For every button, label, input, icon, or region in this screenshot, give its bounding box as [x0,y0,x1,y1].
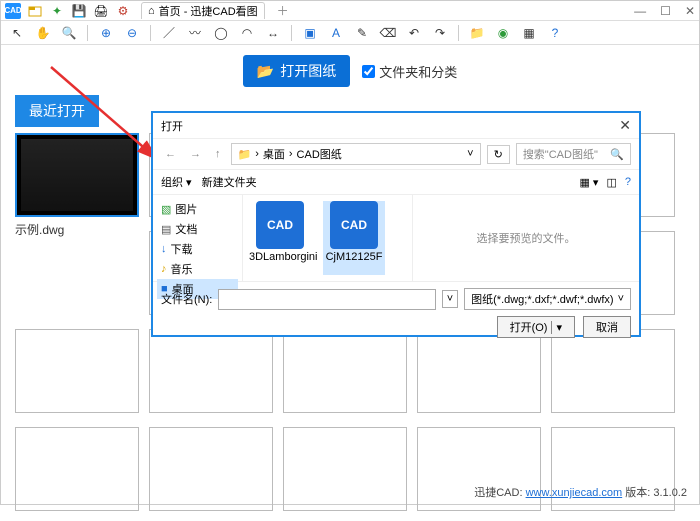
recent-thumbnail[interactable] [15,133,139,217]
file-list: CAD 3DLamborgini CAD CjM12125F [243,195,413,281]
nav-tree: ▧图片 ▤文档 ↓下载 ♪音乐 ■桌面 [153,195,243,281]
zoom-in-icon[interactable]: ⊕ [98,25,114,41]
empty-slot [15,329,139,413]
close-button[interactable]: ✕ [685,4,695,18]
maximize-button[interactable]: ☐ [660,4,671,18]
export-icon[interactable]: 📁 [469,25,485,41]
nav-up-button[interactable]: ↑ [211,148,225,160]
open-file-icon[interactable] [27,3,43,19]
empty-slot [149,427,273,511]
open-drawing-label: 打开图纸 [280,61,336,81]
line-tool-icon[interactable]: ／ [161,25,177,41]
home-icon: ⌂ [148,5,155,17]
tree-documents[interactable]: ▤文档 [157,219,238,239]
tree-music[interactable]: ♪音乐 [157,259,238,279]
filename-dropdown[interactable]: ˅ [442,290,458,308]
nav-back-button[interactable]: ← [161,148,180,160]
folder-category-checkbox[interactable]: 文件夹和分类 [362,62,457,81]
folder-category-input[interactable] [362,65,375,78]
tree-pictures[interactable]: ▧图片 [157,199,238,219]
redo-icon[interactable]: ↷ [432,25,448,41]
erase-icon[interactable]: ⌫ [380,25,396,41]
text-icon[interactable]: A [328,25,344,41]
file-type-filter[interactable]: 图纸(*.dwg;*.dxf;*.dwf;*.dwfx)˅ [464,288,631,310]
title-bar: CAD ✦ 💾 🖨 ⚙ ⌂ 首页 - 迅捷CAD看图 ＋ — ☐ ✕ [1,1,699,21]
cad-file-icon: CAD [330,201,378,249]
filename-label: 文件名(N): [161,291,212,307]
path-segment[interactable]: 桌面 [263,146,285,162]
footer-brand: 迅捷CAD: [474,487,522,499]
circle-tool-icon[interactable]: ◯ [213,25,229,41]
polyline-tool-icon[interactable]: 〰 [187,25,203,41]
open-drawing-button[interactable]: 📂 打开图纸 [243,55,350,87]
address-bar[interactable]: 📁 › 桌面 › CAD图纸 ˅ [231,143,481,165]
settings-icon[interactable]: ⚙ [115,3,131,19]
preview-pane-button[interactable]: ◫ [606,176,616,189]
palm-icon[interactable]: ✦ [49,3,65,19]
refresh-button[interactable]: ↻ [487,145,510,164]
folder-category-label: 文件夹和分类 [379,62,457,81]
filename-input[interactable] [218,289,435,310]
view-mode-button[interactable]: ▦ ▾ [579,176,598,189]
cad-file-icon: CAD [256,201,304,249]
file-label: 3DLamborgini [249,251,311,263]
pan-icon[interactable]: ✋ [35,25,51,41]
path-segment[interactable]: CAD图纸 [297,146,342,162]
toolbar: ↖ ✋ 🔍 ⊕ ⊖ ／ 〰 ◯ ◠ ↔ ▣ A ✎ ⌫ ↶ ↷ 📁 ◉ ▦ ? [1,21,699,45]
folder-icon: 📁 [238,148,252,161]
footer: 迅捷CAD: www.xunjiecad.com 版本: 3.1.0.2 [474,484,687,500]
tab-label: 首页 - 迅捷CAD看图 [159,3,258,19]
nav-forward-button[interactable]: → [186,148,205,160]
cube-icon[interactable]: ▦ [521,25,537,41]
dialog-close-button[interactable]: ✕ [619,117,631,134]
footer-link[interactable]: www.xunjiecad.com [526,487,623,499]
cursor-icon[interactable]: ↖ [9,25,25,41]
dialog-title: 打开 [161,118,183,134]
minimize-button[interactable]: — [634,4,646,18]
arc-tool-icon[interactable]: ◠ [239,25,255,41]
help-button[interactable]: ? [625,176,631,188]
tree-downloads[interactable]: ↓下载 [157,239,238,259]
footer-version: 版本: 3.1.0.2 [625,487,687,499]
empty-slot [283,427,407,511]
folder-icon: 📂 [257,63,274,80]
new-tab-button[interactable]: ＋ [277,2,289,19]
render-icon[interactable]: ◉ [495,25,511,41]
empty-slot [15,427,139,511]
search-placeholder: 搜索"CAD图纸" [523,146,598,162]
file-label: CjM12125F [323,251,385,263]
thumbnail-filename: 示例.dwg [15,221,139,235]
search-field[interactable]: 搜索"CAD图纸" 🔍 [516,143,631,165]
search-icon: 🔍 [610,148,624,161]
open-button[interactable]: 打开(O)▾ [497,316,575,338]
zoom-out-icon[interactable]: ⊖ [124,25,140,41]
preview-hint: 选择要预览的文件。 [477,230,576,246]
document-tab[interactable]: ⌂ 首页 - 迅捷CAD看图 [141,2,265,19]
file-item-selected[interactable]: CAD CjM12125F [323,201,385,275]
dimension-icon[interactable]: ↔ [265,25,281,41]
new-folder-button[interactable]: 新建文件夹 [202,174,257,190]
edit-icon[interactable]: ✎ [354,25,370,41]
help-icon[interactable]: ? [547,25,563,41]
layers-icon[interactable]: ▣ [302,25,318,41]
print-icon[interactable]: 🖨 [93,3,109,19]
save-icon[interactable]: 💾 [71,3,87,19]
app-logo: CAD [5,3,21,19]
zoom-window-icon[interactable]: 🔍 [61,25,77,41]
file-item[interactable]: CAD 3DLamborgini [249,201,311,275]
organize-menu[interactable]: 组织 ▾ [161,174,192,190]
cancel-button[interactable]: 取消 [583,316,631,338]
undo-icon[interactable]: ↶ [406,25,422,41]
open-file-dialog: 打开 ✕ ← → ↑ 📁 › 桌面 › CAD图纸 ˅ ↻ 搜索"CAD图纸" … [151,111,641,337]
preview-pane: 选择要预览的文件。 [413,195,639,281]
recent-open-tab[interactable]: 最近打开 [15,95,99,127]
